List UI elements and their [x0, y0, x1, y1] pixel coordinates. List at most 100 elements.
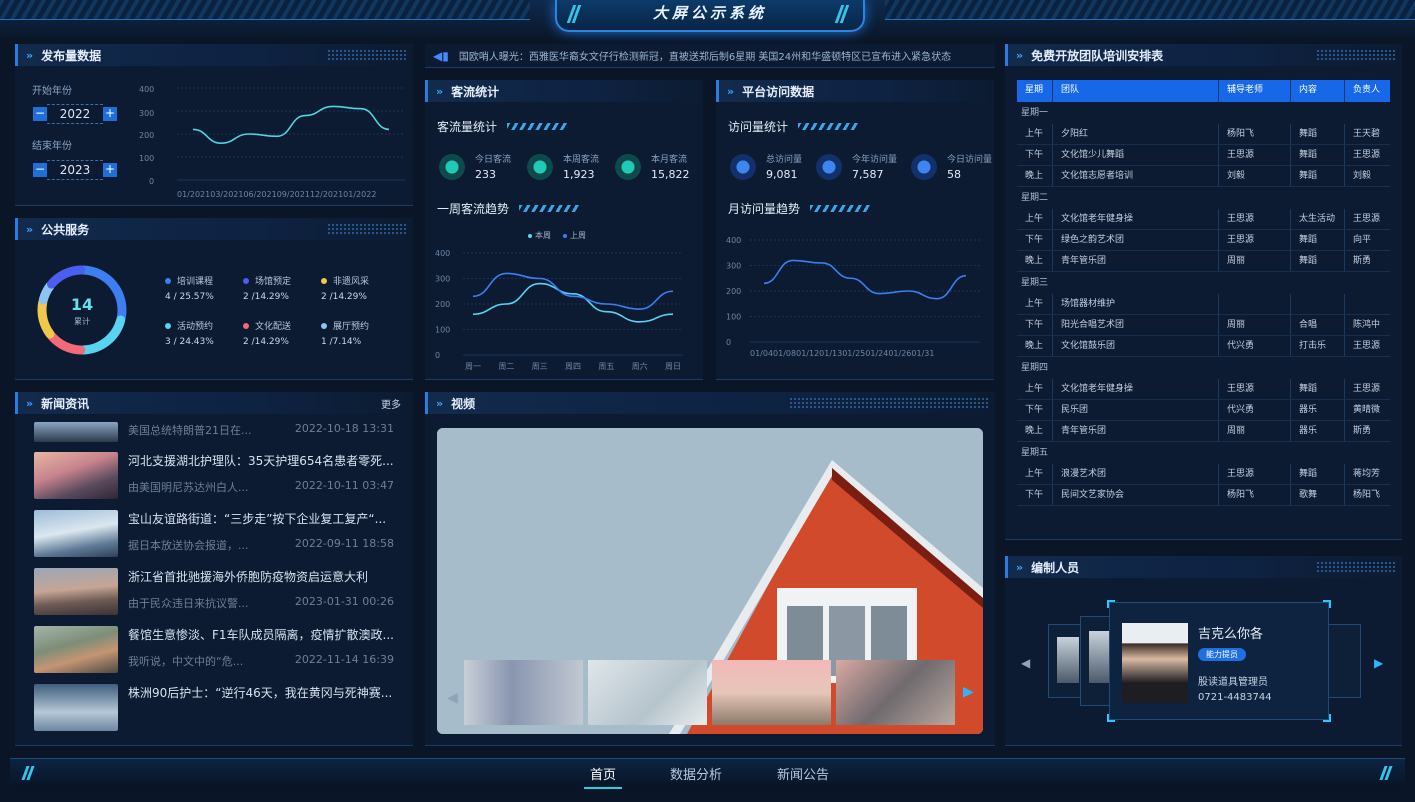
y-tick: 0 [149, 177, 154, 186]
table-cell: 文化馆少儿舞蹈 [1053, 145, 1219, 165]
prev-arrow-icon[interactable]: ◀ [447, 690, 458, 706]
prev-arrow-icon[interactable]: ◀ [1021, 656, 1030, 670]
list-item[interactable]: 浙江省首批驰援海外侨胞防疫物资启运意大利 由于民众违日来抗议警... 2023-0… [34, 568, 394, 615]
stat-item: 今日访问量 58 [911, 152, 992, 181]
news-time: 2022-10-11 03:47 [294, 479, 394, 492]
day-heading: 星期一 [1021, 108, 1049, 118]
panel-title: 发布量数据 [41, 48, 102, 63]
chevron-right-icon: » [727, 84, 735, 98]
visitor-icon [527, 153, 554, 180]
panel-header: » 客流统计 [425, 80, 703, 102]
y-tick: 300 [139, 109, 154, 118]
panel-header: » 公共服务 [15, 218, 413, 240]
table-cell [1345, 294, 1389, 314]
list-item[interactable]: 河北支援湖北护理队：35天护理654名患者零死... 由美国明尼苏达州白人...… [34, 452, 394, 499]
stat-item: 本月客流 15,822 [615, 152, 690, 181]
news-thumbnail [34, 452, 118, 499]
video-panel: » 视频 ◀ ▶ [425, 392, 995, 746]
table-cell: 王思源 [1219, 145, 1291, 165]
table-cell: 下午 [1017, 145, 1053, 165]
y-tick: 100 [435, 326, 450, 335]
y-tick: 100 [726, 313, 741, 322]
service-label: 场馆预定 [255, 277, 292, 287]
visitor-panel: » 客流统计 客流量统计 今日客流 233 本周客流 1,923 本月客流 15,82… [425, 80, 703, 380]
subsection-heading: 月访问量趋势 [728, 200, 871, 217]
table-row: 上午 场馆器材维护 [1017, 294, 1390, 315]
table-cell: 刘毅 [1219, 166, 1291, 186]
donut-slice [46, 331, 86, 355]
panel-title: 视频 [451, 396, 476, 411]
dots-deco [1316, 561, 1396, 573]
table-row: 下午 阳光合唱艺术团 周丽 合唱 陈鸿中 [1017, 315, 1390, 336]
column-header: 内容 [1291, 80, 1345, 102]
end-year-stepper[interactable]: − 2023 + [33, 160, 117, 180]
video-player[interactable]: ◀ ▶ [437, 428, 983, 734]
table-row: 晚上 青年管乐团 周丽 舞蹈 斯勇 [1017, 251, 1390, 272]
chevron-right-icon: » [1016, 48, 1024, 62]
video-thumbnail[interactable] [712, 660, 831, 725]
stripe-deco [810, 205, 871, 212]
staff-card[interactable]: 吉克么你各 能力提员 股读道具管理员 0721-4483744 [1107, 600, 1331, 722]
table-cell: 刘毅 [1353, 171, 1372, 181]
table-cell: 绿色之韵艺术团 [1053, 230, 1219, 250]
table-row: 上午 文化馆老年健身操 王思源 太生活动 王思源 [1017, 209, 1390, 230]
weekly-chart: 400 300 200 100 0 周一 周二 周三 周四 周五 周六 周日 [435, 249, 683, 371]
increment-button[interactable]: + [103, 107, 117, 121]
video-thumbnail[interactable] [836, 660, 955, 725]
video-thumbnail[interactable] [588, 660, 707, 725]
corner-deco [1107, 714, 1115, 722]
list-item[interactable]: 餐馆生意惨淡、F1车队成员隔离，疫情扩散澳政... 我听说，中文中的“危... 2… [34, 626, 394, 673]
start-year-label: 开始年份 [32, 86, 72, 97]
stat-value: 9,081 [766, 168, 798, 181]
list-item[interactable]: 美国总统特朗普21日在... 2022-10-18 13:31 [34, 422, 394, 442]
stripe-deco [798, 123, 859, 130]
table-cell: 下午 [1017, 485, 1053, 505]
panel-header: » 视频 [425, 392, 995, 414]
increment-button[interactable]: + [103, 163, 117, 177]
y-tick: 400 [139, 85, 154, 94]
start-year-stepper[interactable]: − 2022 + [33, 104, 117, 124]
table-cell: 王思源 [1353, 214, 1381, 224]
decrement-button[interactable]: − [33, 107, 47, 121]
decrement-button[interactable]: − [33, 163, 47, 177]
table-cell: 舞蹈 [1291, 166, 1345, 186]
x-tick: 周四 [565, 362, 581, 371]
user-icon [730, 153, 756, 180]
service-donut: 14 累计 [37, 265, 127, 355]
nav-news[interactable]: 新闻公告 [777, 764, 829, 783]
news-thumbnail [34, 568, 118, 615]
next-arrow-icon[interactable]: ▶ [963, 684, 974, 700]
table-cell: 斯勇 [1353, 256, 1372, 266]
table-row: 晚上 文化馆志愿者培训 刘毅 舞蹈 刘毅 [1017, 166, 1390, 187]
stat-label: 今日客流 [475, 155, 512, 165]
stat-label: 今年访问量 [852, 155, 898, 165]
video-thumbnail[interactable] [464, 660, 583, 725]
list-item[interactable]: 宝山友谊路街道：“三步走”按下企业复工复产“... 据日本放送协会报道，... 2… [34, 510, 394, 557]
news-time: 2022-09-11 18:58 [294, 537, 394, 550]
monthly-chart: 400 300 200 100 0 01/0401/0801/1201/1301/250… [726, 236, 980, 358]
panel-header: » 发布量数据 [15, 44, 413, 66]
panel-title: 客流统计 [451, 84, 500, 99]
list-item[interactable]: 株洲90后护士：“逆行46天，我在黄冈与死神赛... [34, 684, 394, 731]
news-title: 株洲90后护士：“逆行46天，我在黄冈与死神赛... [128, 686, 393, 700]
panel-header: » 免费开放团队培训安排表 [1005, 44, 1402, 66]
visitor-icon [615, 153, 642, 180]
table-cell: 文化馆老年健身操 [1053, 379, 1219, 399]
more-link[interactable]: 更多 [381, 396, 401, 411]
table-cell: 王思源 [1353, 341, 1381, 351]
donut-label: 累计 [74, 316, 90, 326]
table-cell: 陈鸿中 [1353, 320, 1381, 330]
service-value: 2 /14.29% [243, 292, 289, 302]
end-year-value[interactable]: 2023 [47, 160, 103, 180]
next-arrow-icon[interactable]: ▶ [1374, 656, 1383, 670]
staff-photo [1122, 623, 1188, 703]
table-cell: 太生活动 [1291, 209, 1345, 229]
table-cell: 黄晴微 [1353, 405, 1381, 415]
table-cell: 晚上 [1017, 166, 1053, 186]
news-panel: » 新闻资讯 更多 美国总统特朗普21日在... 2022-10-18 13:3… [15, 392, 413, 746]
news-title: 美国总统特朗普21日在... [128, 424, 252, 437]
nav-home[interactable]: 首页 [584, 764, 623, 789]
news-summary: 据日本放送协会报道，... [128, 539, 249, 552]
nav-data-analysis[interactable]: 数据分析 [670, 764, 722, 783]
start-year-value[interactable]: 2022 [47, 104, 103, 124]
